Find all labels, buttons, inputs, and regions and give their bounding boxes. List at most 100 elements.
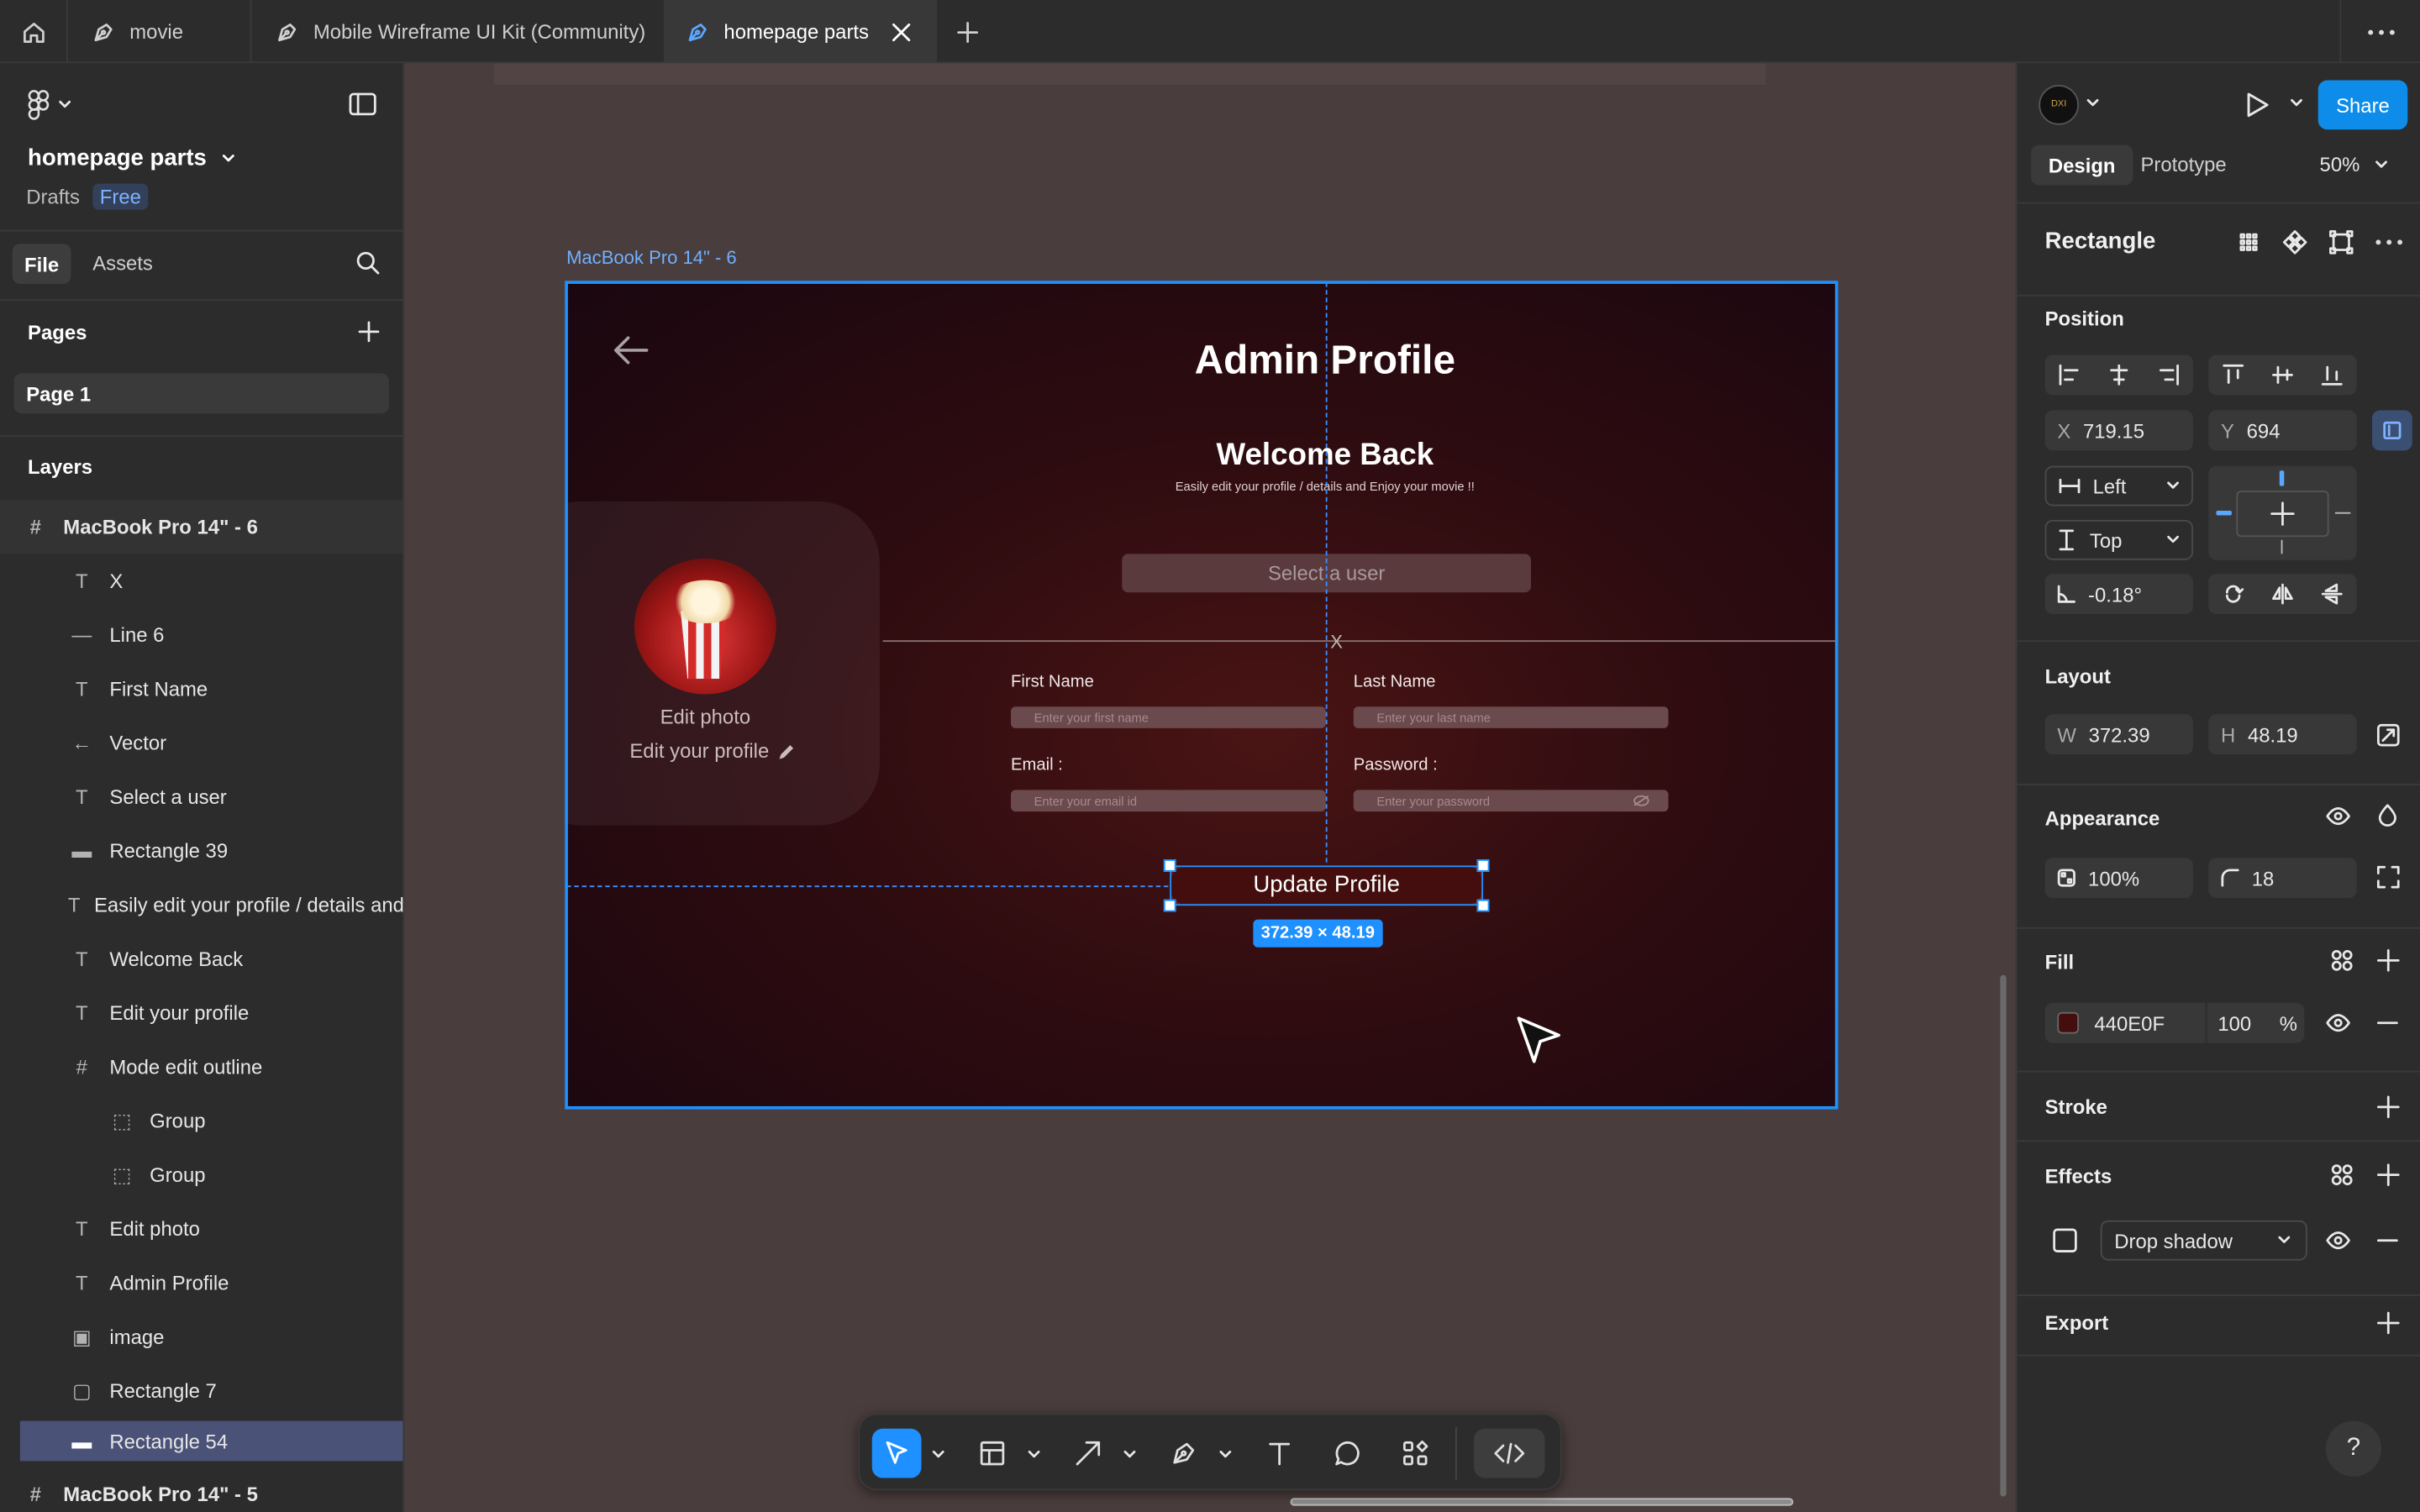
styles-icon[interactable] [2330, 949, 2354, 973]
plus-icon[interactable] [2376, 1163, 2401, 1187]
vertical-scrollbar[interactable] [2000, 974, 2007, 1497]
tab-prototype[interactable]: Prototype [2141, 153, 2227, 176]
vertical-constraint-dropdown[interactable]: Top [2044, 519, 2193, 560]
plus-icon[interactable] [2376, 1095, 2401, 1119]
constraint-widget[interactable] [2208, 465, 2357, 560]
layer-image[interactable]: ▣ image [0, 1310, 402, 1363]
layer-text[interactable]: TX [0, 554, 402, 607]
layer-text[interactable]: T First Name [0, 662, 402, 716]
align-bottom-icon[interactable] [2321, 364, 2343, 386]
chevron-down-icon[interactable] [1123, 1450, 1136, 1459]
play-icon[interactable] [2245, 91, 2270, 118]
layer-text[interactable]: T Welcome Back [0, 932, 402, 985]
layer-text[interactable]: T Easily edit your profile / details and … [0, 878, 403, 932]
close-x-label[interactable]: X [1330, 631, 1343, 653]
resize-to-fit-icon[interactable] [2376, 723, 2401, 747]
fill-swatch[interactable] [2057, 1011, 2080, 1034]
width-field[interactable]: W 372.39 [2044, 714, 2193, 755]
grid-icon[interactable] [2236, 230, 2260, 255]
dev-mode-toggle[interactable] [1474, 1428, 1545, 1478]
password-input[interactable]: Enter your password [1353, 790, 1669, 812]
layer-text[interactable]: T Admin Profile [0, 1256, 402, 1310]
help-button[interactable]: ? [2325, 1420, 2382, 1477]
profile-image[interactable] [634, 558, 776, 695]
last-name-input[interactable]: Enter your last name [1353, 706, 1669, 728]
zoom-dropdown[interactable]: 50% [2320, 153, 2388, 176]
admin-profile-frame[interactable]: Admin Profile Welcome Back Easily edit y… [566, 282, 1837, 1108]
effect-type-dropdown[interactable]: Drop shadow [2100, 1220, 2307, 1261]
effect-settings-icon[interactable] [2051, 1226, 2079, 1254]
crop-frame-icon[interactable] [2329, 230, 2354, 255]
layer-frame-6[interactable]: # MacBook Pro 14" - 6 [0, 500, 403, 554]
avatar[interactable]: DXI [2039, 85, 2080, 125]
eye-icon[interactable] [2326, 807, 2350, 826]
rotate-icon[interactable] [2223, 583, 2244, 605]
height-field[interactable]: H 48.19 [2208, 714, 2357, 755]
align-left-icon[interactable] [2059, 364, 2081, 386]
layer-vector[interactable]: ← Vector [0, 716, 402, 769]
sidebar-toggle-icon[interactable] [349, 92, 376, 116]
tab-file[interactable]: File [12, 244, 71, 284]
tab-movie[interactable]: movie [68, 0, 252, 64]
blend-drop-icon[interactable] [2378, 804, 2396, 827]
constraint-left[interactable] [2216, 510, 2232, 516]
edit-profile-link[interactable]: Edit your profile [629, 739, 797, 762]
page-item-page1[interactable]: Page 1 [13, 373, 389, 414]
text-tool-button[interactable] [1255, 1429, 1304, 1478]
eye-slash-icon[interactable] [1633, 795, 1649, 807]
align-center-h-icon[interactable] [2108, 364, 2130, 386]
constraint-top[interactable] [2279, 470, 2285, 486]
layer-rectangle[interactable]: ▬ Rectangle 39 [0, 824, 402, 878]
more-menu-button[interactable] [2339, 0, 2420, 64]
independent-corners-icon[interactable] [2376, 865, 2401, 889]
layer-rectangle-selected[interactable]: ▬ Rectangle 54 [19, 1420, 403, 1462]
eye-icon[interactable] [2326, 1231, 2350, 1250]
frame-label[interactable]: MacBook Pro 14" - 6 [566, 247, 737, 269]
resize-handle[interactable] [1476, 899, 1490, 912]
rotation-field[interactable]: -0.18° [2044, 574, 2193, 615]
chevron-down-icon[interactable] [932, 1450, 944, 1459]
constraint-bottom[interactable] [2281, 539, 2283, 554]
opacity-field[interactable]: 100% [2044, 858, 2193, 898]
layer-frame[interactable]: # Mode edit outline [0, 1040, 402, 1094]
y-position-field[interactable]: Y 694 [2208, 410, 2357, 451]
constraint-right[interactable] [2334, 512, 2351, 514]
chevron-down-icon[interactable] [2291, 99, 2303, 108]
align-top-icon[interactable] [2223, 364, 2244, 386]
tab-assets[interactable]: Assets [92, 251, 153, 275]
chevron-down-icon[interactable] [1028, 1450, 1040, 1459]
add-page-icon[interactable] [358, 321, 380, 343]
first-name-input[interactable]: Enter your first name [1011, 706, 1326, 728]
horizontal-scrollbar[interactable] [1290, 1498, 1794, 1506]
styles-icon[interactable] [2330, 1163, 2354, 1187]
component-icon[interactable] [2282, 230, 2307, 255]
flip-horizontal-icon[interactable] [2272, 583, 2294, 605]
search-icon[interactable] [355, 250, 380, 275]
resize-handle[interactable] [1163, 859, 1176, 872]
more-icon[interactable] [2375, 239, 2403, 245]
fill-color-field[interactable]: 440E0F 100 % [2044, 1002, 2305, 1043]
align-right-icon[interactable] [2158, 364, 2180, 386]
flip-vertical-icon[interactable] [2321, 583, 2343, 605]
layer-frame-5[interactable]: # MacBook Pro 14" - 5 [0, 1467, 402, 1512]
layer-line[interactable]: — Line 6 [0, 608, 402, 662]
main-menu-button[interactable] [28, 90, 71, 121]
tab-homepage-parts[interactable]: homepage parts [665, 0, 937, 64]
email-input[interactable]: Enter your email id [1011, 790, 1326, 812]
minus-icon[interactable] [2376, 1021, 2399, 1025]
close-tab-icon[interactable] [892, 23, 911, 41]
resize-handle[interactable] [1163, 899, 1176, 912]
constraints-toggle[interactable] [2372, 410, 2412, 451]
home-tab[interactable] [0, 0, 68, 64]
plus-icon[interactable] [2376, 949, 2401, 973]
align-middle-icon[interactable] [2272, 364, 2294, 386]
plus-icon[interactable] [2376, 1311, 2401, 1335]
layer-group[interactable]: ⬚ Group [0, 1148, 402, 1202]
layer-rectangle[interactable]: ▢ Rectangle 7 [0, 1364, 402, 1418]
resize-handle[interactable] [1476, 859, 1490, 872]
corner-radius-field[interactable]: 18 [2208, 858, 2357, 898]
pen-tool-button[interactable] [1159, 1429, 1208, 1478]
new-tab-button[interactable] [937, 0, 998, 63]
share-button[interactable]: Share [2317, 80, 2408, 130]
layer-text[interactable]: T Edit photo [0, 1202, 402, 1256]
